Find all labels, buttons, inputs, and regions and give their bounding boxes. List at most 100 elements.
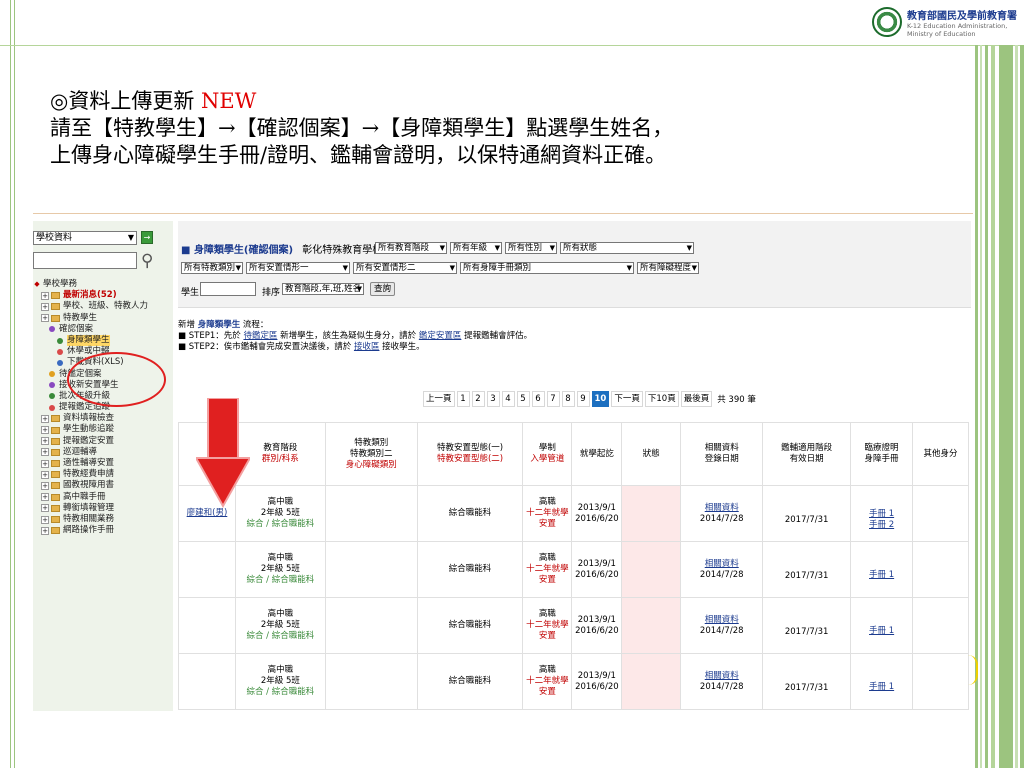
manual-link-1[interactable]: 手冊 1 bbox=[869, 626, 894, 636]
manual-link-2[interactable]: 手冊 2 bbox=[869, 520, 894, 530]
next10-page-button[interactable]: 下10頁 bbox=[644, 391, 679, 407]
expand-icon[interactable]: + bbox=[41, 459, 49, 468]
related-data-link[interactable]: 相關資料 bbox=[705, 615, 739, 625]
expand-icon[interactable]: + bbox=[41, 437, 49, 446]
expand-icon[interactable]: + bbox=[41, 291, 49, 300]
related-data-link[interactable]: 相關資料 bbox=[705, 671, 739, 681]
tree-item[interactable]: + 國教視障用書 bbox=[33, 480, 173, 491]
logo-en-line1: K-12 Education Administration, bbox=[907, 21, 1008, 30]
placement2-select[interactable]: 所有安置情形二 ▼ bbox=[353, 262, 457, 274]
expand-icon[interactable]: + bbox=[41, 504, 49, 513]
prev-page-button[interactable]: 上一頁 bbox=[423, 391, 455, 407]
page-number-button[interactable]: 5 bbox=[516, 391, 530, 407]
period-cell: 2013/9/1 2016/6/20 bbox=[571, 485, 623, 542]
manual-link-1[interactable]: 手冊 1 bbox=[869, 509, 894, 519]
tree-item[interactable]: + 特教經費申請 bbox=[33, 469, 173, 480]
page-number-button[interactable]: 6 bbox=[531, 391, 545, 407]
tree-item[interactable]: + 高中職手冊 bbox=[33, 492, 173, 503]
tree-item-label: 網路操作手冊 bbox=[63, 525, 115, 536]
placement-area-link[interactable]: 鑑定安置區 bbox=[419, 331, 462, 341]
page-number-button[interactable]: 7 bbox=[546, 391, 560, 407]
expand-icon[interactable]: + bbox=[41, 448, 49, 457]
gender-select[interactable]: 所有性別 ▼ bbox=[505, 242, 557, 254]
student-name-cell bbox=[178, 653, 236, 710]
folder-icon bbox=[51, 527, 60, 535]
steps-heading: 新增 身障類學生 流程： bbox=[178, 320, 269, 330]
logo-en-line2: Ministry of Education bbox=[907, 29, 976, 38]
expand-icon[interactable]: ◆ bbox=[33, 280, 41, 289]
tree-item[interactable]: + 巡迴輔導 bbox=[33, 447, 173, 458]
col-system-header: 學制 入學管道 bbox=[522, 422, 573, 486]
tree-item[interactable]: + 最新消息(52) bbox=[33, 290, 173, 301]
grade-select[interactable]: 所有年級 ▼ bbox=[450, 242, 502, 254]
next-page-button[interactable]: 下一頁 bbox=[611, 391, 643, 407]
tree-item[interactable]: + 資料填報檢查 bbox=[33, 413, 173, 424]
other-cell bbox=[912, 597, 969, 654]
tree-item[interactable]: + 轉銜填報管理 bbox=[33, 503, 173, 514]
type-select[interactable]: 所有特教類別 ▼ bbox=[181, 262, 243, 274]
tree-item[interactable]: + 適性輔導安置 bbox=[33, 458, 173, 469]
tree-item[interactable]: ◆ 學校學務 bbox=[33, 279, 173, 290]
search-icon[interactable]: ⚲ bbox=[141, 251, 153, 271]
student-name-link[interactable]: 廖建和(男) bbox=[187, 508, 228, 518]
expand-icon[interactable]: + bbox=[41, 493, 49, 502]
page-number-button[interactable]: 9 bbox=[576, 391, 590, 407]
last-page-button[interactable]: 最後頁 bbox=[680, 391, 713, 407]
expand-icon[interactable]: + bbox=[41, 314, 49, 323]
manual-link-1[interactable]: 手冊 1 bbox=[869, 570, 894, 580]
ministry-logo: 教育部國民及學前教育署 K-12 Education Administratio… bbox=[870, 0, 1024, 44]
go-icon[interactable]: → bbox=[141, 231, 153, 244]
expand-icon[interactable]: + bbox=[41, 426, 49, 435]
red-arrow-annotation bbox=[196, 398, 250, 508]
pending-area-link[interactable]: 待鑑定區 bbox=[243, 331, 277, 341]
expand-icon[interactable]: + bbox=[41, 470, 49, 479]
tree-item-label: 學校、班級、特教人力 bbox=[63, 301, 149, 312]
status-select[interactable]: 所有狀態 ▼ bbox=[560, 242, 694, 254]
expand-icon[interactable]: + bbox=[41, 481, 49, 490]
col-placement-header: 特教安置型態(一) 特教安置型態(二) bbox=[416, 422, 524, 486]
page-number-button[interactable]: 1 bbox=[456, 391, 470, 407]
expand-icon[interactable]: + bbox=[41, 526, 49, 535]
tree-item[interactable]: + 網路操作手冊 bbox=[33, 525, 173, 536]
system-screenshot: 學校資料 ▼ → ⚲ ◆ 學校學務 + 最新消息(52) + 學校、班級、特教人力 + 特教學… bbox=[33, 221, 971, 711]
tree-item-label: 特教相關業務 bbox=[63, 513, 115, 524]
stage-select[interactable]: 所有教育階段 ▼ bbox=[375, 242, 447, 254]
tree-item[interactable]: + 提報鑑定安置 bbox=[33, 436, 173, 447]
page-number-button[interactable]: 2 bbox=[471, 391, 485, 407]
module-select[interactable]: 學校資料 ▼ bbox=[33, 231, 137, 245]
page-number-button[interactable]: 4 bbox=[501, 391, 515, 407]
sort-select[interactable]: 教育階段,年,班,姓名 ▼ bbox=[282, 283, 364, 295]
placement1-select[interactable]: 所有安置情形一 ▼ bbox=[246, 262, 350, 274]
related-data-link[interactable]: 相關資料 bbox=[705, 559, 739, 569]
manual-link-1[interactable]: 手冊 1 bbox=[869, 682, 894, 692]
expand-icon[interactable]: + bbox=[41, 515, 49, 524]
table-header-row: 教育階段 群別/科系 特教類別 特教類別二 身心障礙類別 特教安置型態(一) 特教安置型… bbox=[178, 422, 969, 486]
status-cell bbox=[621, 541, 682, 598]
main-content: ■ 身障類學生(確認個案) 彰化特殊教育學校 所有教育階段 ▼ 所有年級 ▼ 所有性… bbox=[178, 221, 971, 711]
tree-item[interactable]: + 特教學生 bbox=[33, 313, 173, 324]
expand-icon[interactable]: + bbox=[41, 414, 49, 423]
receive-area-link[interactable]: 接收區 bbox=[354, 342, 380, 352]
tree-item[interactable]: + 學生動態追蹤 bbox=[33, 424, 173, 435]
tree-item[interactable]: + 特教相關業務 bbox=[33, 514, 173, 525]
related-data-link[interactable]: 相關資料 bbox=[705, 503, 739, 513]
tree-item[interactable]: 身障類學生 bbox=[33, 334, 173, 347]
page-number-button[interactable]: 3 bbox=[486, 391, 500, 407]
tree-item-label: 身障類學生 bbox=[67, 334, 110, 347]
tree-item[interactable]: + 學校、班級、特教人力 bbox=[33, 301, 173, 312]
manual-type-select[interactable]: 所有身障手冊類別 ▼ bbox=[460, 262, 634, 274]
status-cell bbox=[621, 485, 682, 542]
degree-select[interactable]: 所有障礙程度 ▼ bbox=[637, 262, 699, 274]
placement-cell: 綜合職能科 bbox=[416, 541, 524, 598]
sidebar-search-input[interactable] bbox=[33, 252, 137, 269]
status-cell bbox=[621, 653, 682, 710]
page-number-button[interactable]: 10 bbox=[591, 391, 610, 407]
system-cell: 高職 十二年就學安置 bbox=[522, 653, 573, 710]
tree-item-label: 最新消息(52) bbox=[63, 290, 117, 301]
page-number-button[interactable]: 8 bbox=[561, 391, 575, 407]
student-input[interactable] bbox=[200, 282, 256, 296]
expand-icon[interactable]: + bbox=[41, 302, 49, 311]
tree-item[interactable]: 確認個案 bbox=[33, 324, 173, 335]
nav-tree: ◆ 學校學務 + 最新消息(52) + 學校、班級、特教人力 + 特教學生 確認個案 身障類學生休… bbox=[33, 279, 173, 536]
query-button[interactable]: 查詢 bbox=[370, 282, 396, 296]
